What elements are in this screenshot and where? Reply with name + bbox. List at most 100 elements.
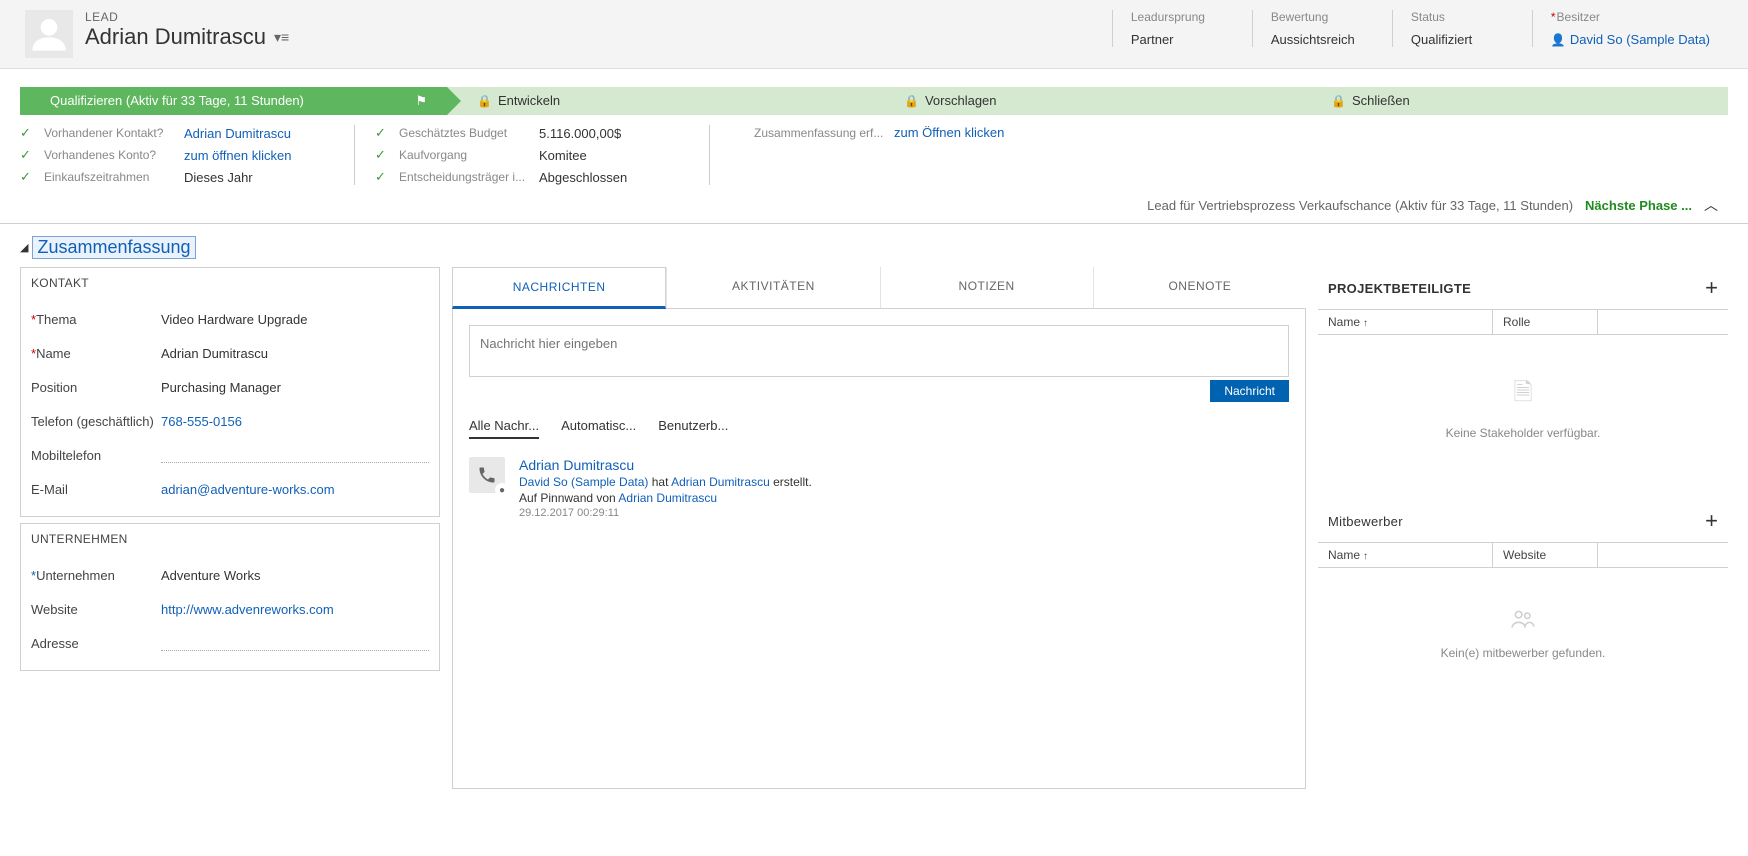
field-label: Website [31, 602, 161, 617]
post-record-link[interactable]: Adrian Dumitrascu [671, 475, 770, 489]
header-field-value: Aussichtsreich [1271, 32, 1374, 47]
col-name[interactable]: Name↑ [1318, 543, 1493, 567]
company-panel: UNTERNEHMEN *UnternehmenAdventure WorksW… [20, 523, 440, 671]
lock-icon: 🔒 [477, 94, 492, 108]
filter-tab[interactable]: Automatisc... [561, 418, 636, 439]
field-value[interactable] [161, 447, 429, 463]
flag-icon: ⚑ [415, 87, 427, 115]
people-icon [1328, 608, 1718, 636]
header-field-value: Partner [1131, 32, 1234, 47]
stage-field-value: 5.116.000,00$ [539, 126, 649, 141]
process-stage[interactable]: Qualifizieren (Aktiv für 33 Tage, 11 Stu… [20, 87, 447, 115]
header-field-label: Status [1411, 10, 1514, 24]
lock-icon: 🔒 [1331, 94, 1346, 108]
lock-icon: 🔒 [904, 94, 919, 108]
section-title[interactable]: Zusammenfassung [32, 236, 195, 259]
collapse-process-icon[interactable]: ︿ [1704, 195, 1718, 215]
social-tabs: NACHRICHTENAKTIVITÄTENNOTIZENONENOTE [452, 267, 1306, 309]
field-value[interactable]: Adventure Works [161, 568, 429, 583]
form-field-row: *ThemaVideo Hardware Upgrade [31, 302, 429, 336]
field-value[interactable] [161, 635, 429, 651]
form-field-row: Mobiltelefon [31, 438, 429, 472]
col-name[interactable]: Name↑ [1318, 310, 1493, 334]
person-icon [29, 14, 69, 54]
stage-field-link[interactable]: zum öffnen klicken [184, 148, 294, 163]
stage-field-label: Kaufvorgang [399, 148, 529, 162]
contact-panel-header: KONTAKT [21, 268, 439, 298]
process-stage[interactable]: 🔒Vorschlagen [874, 87, 1301, 115]
social-tab[interactable]: NOTIZEN [880, 267, 1093, 308]
field-value[interactable]: Purchasing Manager [161, 380, 429, 395]
next-phase-button[interactable]: Nächste Phase ... [1585, 198, 1692, 213]
field-value[interactable]: Video Hardware Upgrade [161, 312, 429, 327]
stakeholders-title: PROJEKTBETEILIGTE [1328, 281, 1705, 296]
field-label: E-Mail [31, 482, 161, 497]
social-tab[interactable]: AKTIVITÄTEN [666, 267, 879, 308]
field-label: *Name [31, 346, 161, 361]
filter-tab[interactable]: Alle Nachr... [469, 418, 539, 439]
stage-field-link[interactable]: Adrian Dumitrascu [184, 126, 294, 141]
field-value[interactable]: Adrian Dumitrascu [161, 346, 429, 361]
social-tab[interactable]: NACHRICHTEN [452, 267, 666, 309]
check-icon: ✓ [375, 169, 389, 185]
sort-asc-icon: ↑ [1363, 551, 1368, 562]
field-value-link[interactable]: http://www.advenreworks.com [161, 602, 429, 617]
filter-tab[interactable]: Benutzerb... [658, 418, 728, 439]
stage-details: ✓ Vorhandener Kontakt? Adrian Dumitrascu ✓V… [0, 115, 1748, 191]
post-title[interactable]: Adrian Dumitrascu [519, 457, 812, 473]
check-icon: ✓ [20, 147, 34, 163]
field-value-link[interactable]: 768-555-0156 [161, 414, 429, 429]
col-role[interactable]: Rolle [1493, 310, 1598, 334]
post-line-1: David So (Sample Data) hat Adrian Dumitr… [519, 475, 812, 489]
post-line-2: Auf Pinnwand von Adrian Dumitrascu [519, 491, 812, 505]
add-competitor-button[interactable]: + [1705, 508, 1718, 534]
message-filter-tabs: Alle Nachr... Automatisc... Benutzerb... [469, 418, 1289, 439]
stage-field-label: Geschätztes Budget [399, 126, 529, 140]
stage-field-label: Vorhandener Kontakt? [44, 126, 174, 140]
header-field-label: Bewertung [1271, 10, 1374, 24]
business-process-bar: Qualifizieren (Aktiv für 33 Tage, 11 Stu… [0, 75, 1748, 115]
sort-asc-icon: ↑ [1363, 318, 1368, 329]
record-header: LEAD Adrian Dumitrascu ▾≡ Leadursprung Pa… [0, 0, 1748, 69]
field-value-link[interactable]: adrian@adventure-works.com [161, 482, 429, 497]
competitors-empty: Kein(e) mitbewerber gefunden. [1318, 568, 1728, 680]
competitors-title: Mitbewerber [1328, 514, 1705, 529]
check-icon: ✓ [375, 147, 389, 163]
form-field-row: Websitehttp://www.advenreworks.com [31, 592, 429, 626]
form-selector-icon[interactable]: ▾≡ [274, 29, 289, 46]
stage-field-label: Zusammenfassung erf... [754, 126, 884, 140]
form-field-row: *UnternehmenAdventure Works [31, 558, 429, 592]
stage-field-row: ✓EinkaufszeitrahmenDieses Jahr [20, 169, 294, 185]
social-tab[interactable]: ONENOTE [1093, 267, 1306, 308]
header-field-link[interactable]: 👤David So (Sample Data) [1551, 32, 1710, 47]
competitors-columns: Name↑ Website [1318, 542, 1728, 568]
stage-field-row: ✓KaufvorgangKomitee [375, 147, 649, 163]
post-message-button[interactable]: Nachricht [1210, 380, 1289, 402]
phone-activity-icon: ● [469, 457, 505, 493]
field-label: *Thema [31, 312, 161, 327]
form-field-row: *NameAdrian Dumitrascu [31, 336, 429, 370]
field-label: Adresse [31, 636, 161, 651]
stage-field-row: ✓Vorhandenes Konto?zum öffnen klicken [20, 147, 294, 163]
stage-field-label: Einkaufszeitrahmen [44, 170, 174, 184]
contact-panel: KONTAKT *ThemaVideo Hardware Upgrade*Nam… [20, 267, 440, 517]
field-label: Position [31, 380, 161, 395]
process-stage[interactable]: 🔒Schließen [1301, 87, 1728, 115]
field-label: *Unternehmen [31, 568, 161, 583]
stage-field-row: ✓Geschätztes Budget5.116.000,00$ [375, 125, 649, 141]
avatar-placeholder [25, 10, 73, 58]
company-panel-header: UNTERNEHMEN [21, 524, 439, 554]
field-label: Mobiltelefon [31, 448, 161, 463]
stage-field-link[interactable]: zum Öffnen klicken [894, 125, 1004, 140]
post-wall-link[interactable]: Adrian Dumitrascu [618, 491, 717, 505]
header-field-label: Leadursprung [1131, 10, 1234, 24]
section-collapse-icon[interactable]: ◢ [20, 241, 28, 254]
message-input[interactable] [469, 325, 1289, 377]
add-stakeholder-button[interactable]: + [1705, 275, 1718, 301]
col-website[interactable]: Website [1493, 543, 1598, 567]
process-footer-text: Lead für Vertriebsprozess Verkaufschance… [1147, 198, 1573, 213]
post-author-link[interactable]: David So (Sample Data) [519, 475, 648, 489]
process-stage[interactable]: 🔒Entwickeln [447, 87, 874, 115]
avatar-block: LEAD Adrian Dumitrascu ▾≡ [25, 10, 289, 58]
form-field-row: E-Mailadrian@adventure-works.com [31, 472, 429, 506]
